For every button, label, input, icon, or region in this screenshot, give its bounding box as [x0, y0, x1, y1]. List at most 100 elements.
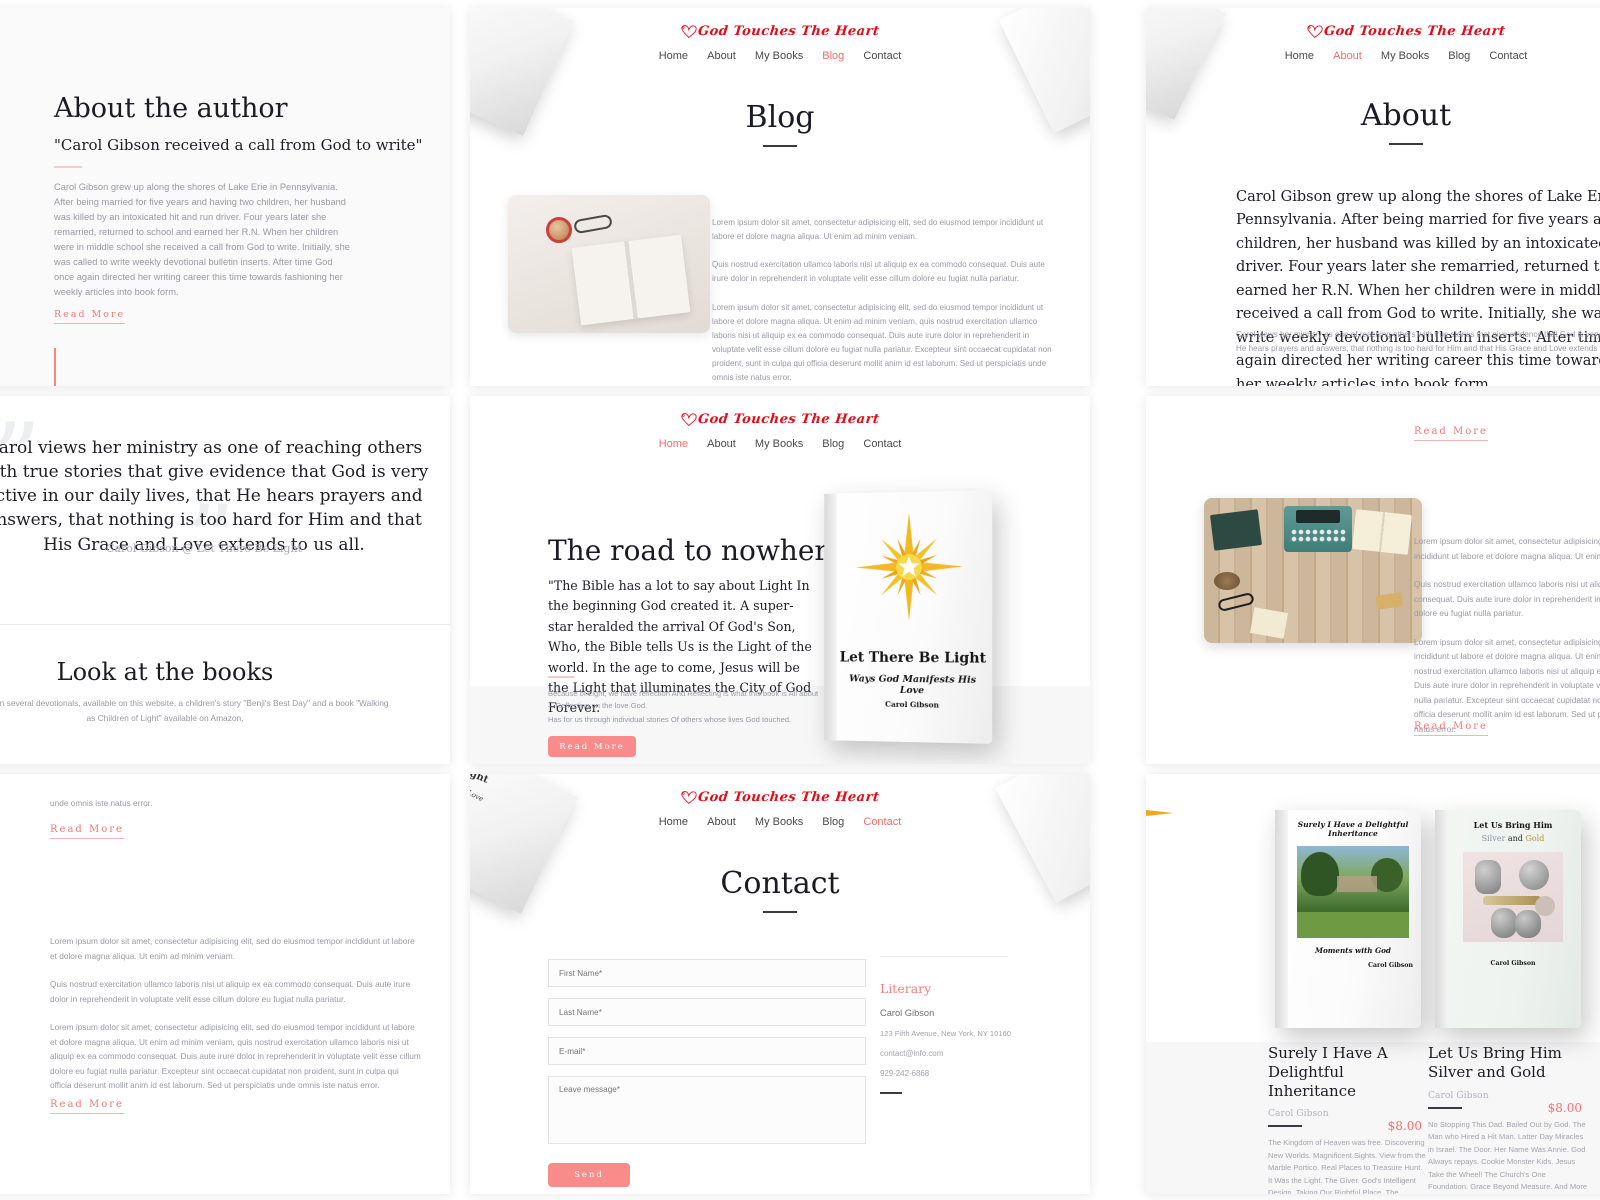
blog-paragraph: Lorem ipsum dolor sit amet, consectetur … [50, 1022, 421, 1091]
main-nav: Home About My Books Blog Contact [470, 816, 1090, 828]
site-logo[interactable]: God Touches The Heart [1306, 24, 1507, 39]
nav-item-blog[interactable]: Blog [822, 50, 844, 62]
heart-icon [1306, 24, 1324, 39]
quote-text: Carol views her ministry as one of reach… [0, 438, 429, 555]
nav-item-contact[interactable]: Contact [863, 50, 901, 62]
book-cover-subtitle: Ways God Manifests His Love [849, 673, 977, 697]
book-cover-title: Let Us Bring Him [1473, 820, 1553, 830]
blog-paragraph: Lorem ipsum dolor sit amet, consectetur … [50, 936, 415, 961]
nav-item-blog[interactable]: Blog [1448, 50, 1470, 62]
title-rule [763, 145, 797, 147]
home-heading: The road to nowhere [548, 534, 845, 567]
screenshot-board: About the author "Carol Gibson received … [0, 0, 1600, 1200]
nav-item-about[interactable]: About [707, 438, 736, 450]
message-field[interactable] [548, 1076, 866, 1144]
first-name-field[interactable] [548, 959, 866, 987]
contact-form: Send [548, 959, 866, 1187]
contact-info-name: Carol Gibson [880, 1008, 935, 1018]
cover-word-silver: Silver [1481, 834, 1506, 843]
book-cover-author: Carol Gibson [1368, 962, 1413, 969]
nav-item-contact[interactable]: Contact [863, 438, 901, 450]
blog-paragraph: Quis nostrud exercitation ullamco labori… [50, 979, 411, 1004]
send-button[interactable]: Send [548, 1163, 630, 1187]
title-rule [763, 911, 797, 913]
book-cover-image: Surely I Have a Delightful Inheritance M… [1275, 810, 1421, 1028]
nav-item-home[interactable]: Home [659, 438, 688, 450]
book-card-author: Carol Gibson [1268, 1108, 1329, 1120]
panel-blog-tail: unde omnis iste natus error. Read More L… [0, 774, 450, 1194]
nav-item-contact[interactable]: Contact [863, 816, 901, 828]
blog-post-body: Lorem ipsum dolor sit amet, consectetur … [712, 216, 1062, 386]
look-at-books-description: Carol has written several devotionals, a… [0, 698, 389, 723]
main-nav: Home About My Books Blog Contact [1146, 50, 1600, 62]
email-field[interactable] [548, 1037, 866, 1065]
title-rule [1389, 143, 1423, 145]
book-cover-image: Let Us Bring Him Silver and Gold Carol G… [1435, 810, 1581, 1028]
panel-quote-books: ” ” Carol views her ministry as one of r… [0, 396, 450, 764]
nav-item-contact[interactable]: Contact [1489, 50, 1527, 62]
contact-info-label: Literary [880, 981, 932, 996]
nav-item-my-books[interactable]: My Books [755, 50, 803, 62]
info-top-rule [880, 956, 1008, 957]
cover-word-and: and [1507, 834, 1523, 843]
blog-paragraph: Quis nostrud exercitation ullamco labori… [712, 260, 1045, 284]
heart-icon [680, 24, 698, 39]
contact-info: Literary Carol Gibson 123 Fifth Avenue, … [880, 956, 1060, 1094]
nav-item-about[interactable]: About [707, 50, 736, 62]
contact-info-phone[interactable]: 929-242-6868 [880, 1069, 1060, 1078]
blog-tail-body: Lorem ipsum dolor sit amet, consectetur … [50, 934, 422, 1093]
nav-item-blog[interactable]: Blog [822, 816, 844, 828]
read-more-button[interactable]: Read More [548, 736, 636, 757]
logo-wordmark: God Touches The Heart [697, 24, 881, 39]
panel-about-author: About the author "Carol Gibson received … [0, 8, 450, 386]
about-author-subheading: "Carol Gibson received a call from God t… [54, 136, 423, 154]
read-more-link[interactable]: Read More [1414, 721, 1488, 736]
nav-item-home[interactable]: Home [659, 50, 688, 62]
nav-item-blog[interactable]: Blog [822, 438, 844, 450]
book-cover-author: Carol Gibson [1490, 960, 1536, 967]
logo-wordmark: God Touches The Heart [1323, 24, 1507, 39]
quote-attribution: Carol Gibson @ Let There Be Light [106, 542, 302, 555]
main-nav: Home About My Books Blog Contact [470, 438, 1090, 450]
blog-list-body: Lorem ipsum dolor sit amet, consectetur … [1414, 534, 1600, 736]
blog-paragraph: Quis nostrud exercitation ullamco labori… [1414, 579, 1600, 619]
info-bottom-rule [880, 1092, 902, 1094]
section-divider [0, 624, 450, 625]
cover-word-gold: Gold [1525, 834, 1545, 843]
contact-info-email[interactable]: contact@info.com [880, 1049, 1060, 1058]
book-cover-photo [1297, 846, 1409, 938]
book-card-price: $8.00 [1387, 1119, 1422, 1134]
site-logo[interactable]: God Touches The Heart [680, 790, 881, 805]
nav-item-about[interactable]: About [1333, 50, 1362, 62]
blog-tail-last-line: unde omnis iste natus error. [50, 798, 153, 808]
nav-item-about[interactable]: About [707, 816, 736, 828]
logo-wordmark: God Touches The Heart [697, 790, 881, 805]
nav-item-home[interactable]: Home [659, 816, 688, 828]
accent-divider [54, 166, 82, 168]
book-card[interactable]: Surely I Have a Delightful Inheritance M… [1268, 810, 1428, 1194]
nav-item-my-books[interactable]: My Books [755, 438, 803, 450]
site-logo[interactable]: God Touches The Heart [680, 24, 881, 39]
nav-item-my-books[interactable]: My Books [755, 816, 803, 828]
read-more-link[interactable]: Read More [1414, 426, 1488, 441]
blog-post-image [508, 195, 710, 333]
panel-contact: Light ts His Love Gibson God Touches The… [470, 774, 1090, 1194]
site-header: God Touches The Heart Home About My Book… [470, 774, 1090, 828]
book-card[interactable]: Let Us Bring Him Silver and Gold Carol G… [1428, 810, 1588, 1194]
book-card-price: $8.00 [1547, 1100, 1582, 1115]
last-name-field[interactable] [548, 998, 866, 1026]
book-cover-subtitle: Moments with God [1315, 946, 1391, 955]
panel-about: God Touches The Heart Home About My Book… [1146, 8, 1600, 386]
home-subline: Has for us through individual stories Of… [548, 715, 792, 724]
read-more-link[interactable]: Read More [54, 309, 126, 324]
book-cover-subtitle: Silver and Gold [1453, 834, 1573, 843]
nav-item-my-books[interactable]: My Books [1381, 50, 1429, 62]
nav-item-home[interactable]: Home [1285, 50, 1314, 62]
site-logo[interactable]: God Touches The Heart [680, 412, 881, 427]
home-subline: Because of Light, we have reflection And… [548, 689, 819, 711]
panel-blog: God Touches The Heart Home About My Book… [470, 8, 1090, 386]
blog-paragraph: Lorem ipsum dolor sit amet, consectetur … [1414, 536, 1600, 561]
book-cover-let-there-be-light: Let There Be Light Ways God Manifests Hi… [824, 490, 993, 744]
read-more-link[interactable]: Read More [50, 1099, 124, 1114]
read-more-link[interactable]: Read More [50, 824, 124, 839]
